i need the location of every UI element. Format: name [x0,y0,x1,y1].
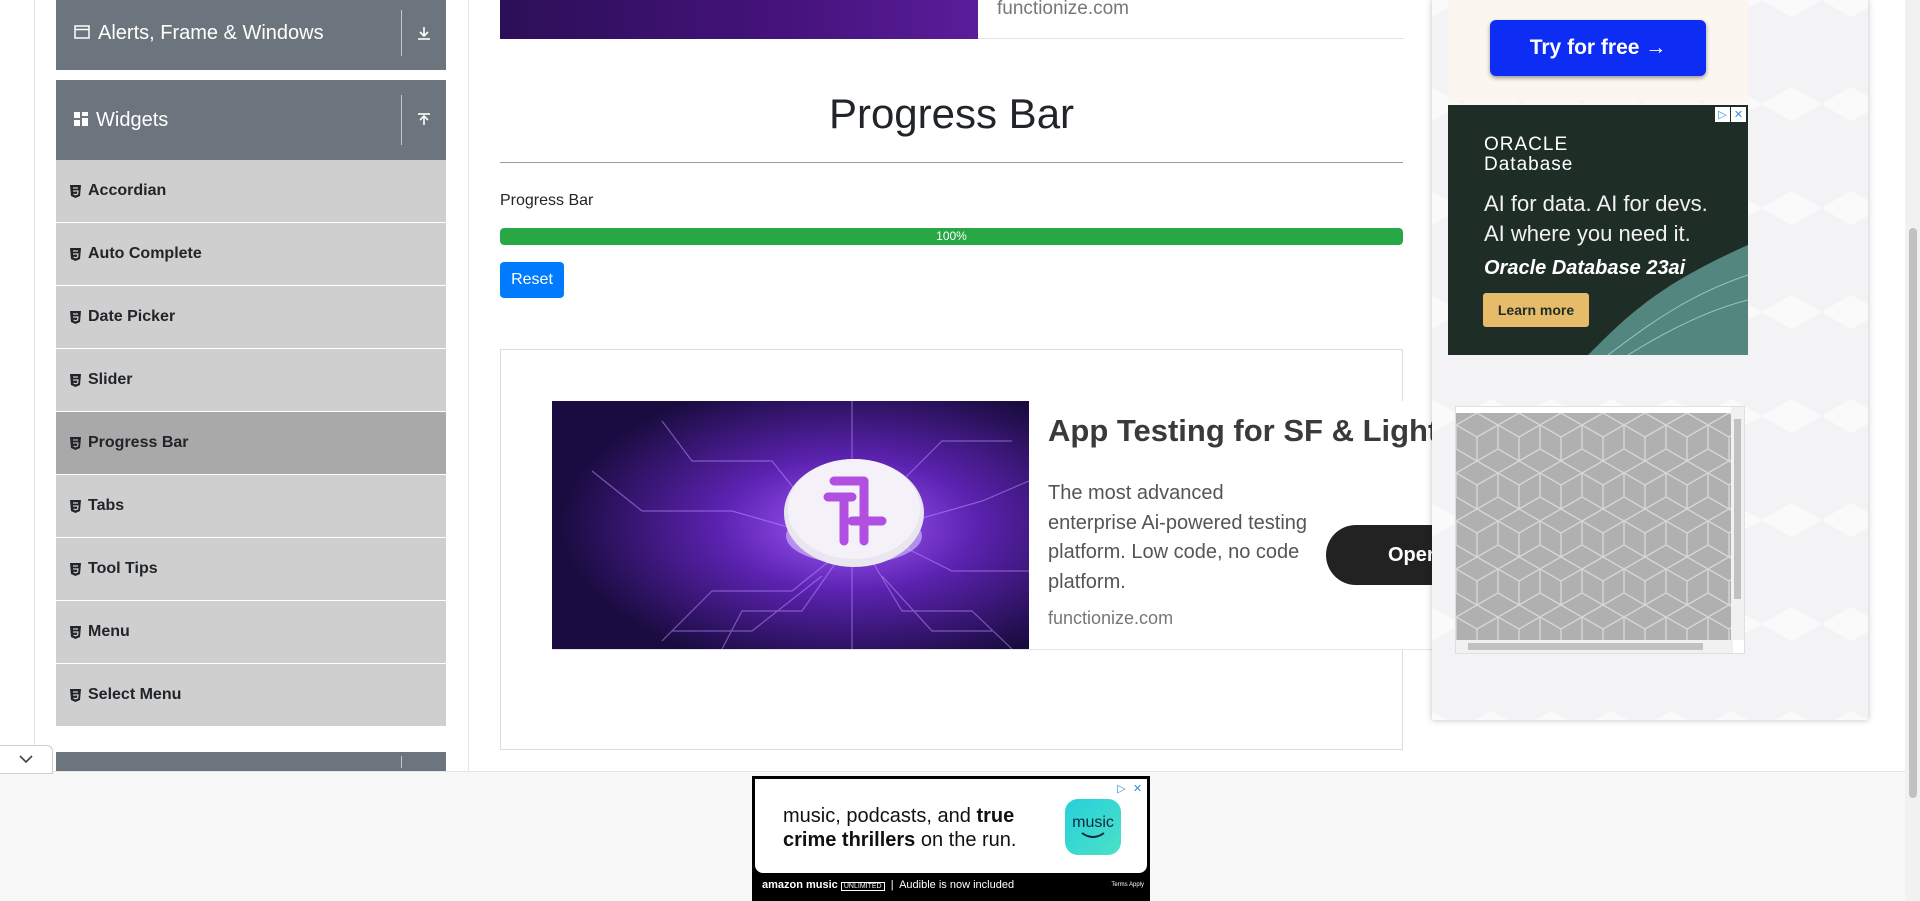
page-scrollbar[interactable] [1905,0,1920,901]
functionize-ad[interactable]: App Testing for SF & Lightn The most adv… [552,401,1432,650]
learn-more-button[interactable]: Learn more [1483,293,1589,327]
amazon-ad-text: music, podcasts, and true crime thriller… [783,805,1017,851]
adchoices-icon[interactable]: ▷ [1715,107,1730,122]
progress-bar: 100% [500,228,1403,245]
iframe-vertical-scrollbar[interactable] [1731,407,1744,640]
oracle-product-name: Oracle Database 23ai [1484,257,1686,279]
group-header-alerts-frame-windows[interactable]: Alerts, Frame & Windows [56,0,446,70]
cube-pattern-image [1456,413,1732,641]
html5-icon [70,562,81,576]
page-title: Progress Bar [828,90,1075,137]
terms-apply-label: Terms Apply [1111,882,1144,888]
oracle-brand: ORACLE [1484,134,1569,155]
group-label-widgets: Widgets [96,108,169,131]
adchoices-icon[interactable]: ▷ [1114,781,1129,796]
scrollbar-thumb[interactable] [1734,419,1741,599]
html5-icon [70,184,81,198]
iframe-ad-frame[interactable] [1455,406,1745,654]
scrollbar-thumb[interactable] [1468,643,1703,650]
group-header-widgets[interactable]: Widgets [56,80,446,160]
reset-button[interactable]: Reset [500,262,564,298]
sidebar-item-label: Menu [88,623,130,640]
amazon-ad-card[interactable]: music, podcasts, and true crime thriller… [755,779,1147,873]
close-ad-icon[interactable]: ✕ [1130,781,1145,796]
left-border [34,0,35,772]
download-arrow-icon[interactable] [402,25,446,41]
iframe-horizontal-scrollbar[interactable] [1456,640,1733,653]
html5-icon [70,436,81,450]
html5-icon [70,499,81,513]
sidebar-item-label: Slider [88,371,133,388]
sidebar-item-tabs[interactable]: Tabs [56,475,446,538]
amazon-music-ad[interactable]: music, podcasts, and true crime thriller… [752,776,1150,901]
progress-bar-label: Progress Bar [500,192,594,209]
ad-heading[interactable]: App Testing for SF & Lightn [1048,413,1432,449]
upload-arrow-icon[interactable] [402,112,446,128]
group-header-next[interactable] [56,752,446,772]
adchoices-badge[interactable]: ▷ ✕ [1715,107,1746,122]
html5-icon [70,625,81,639]
title-divider [500,162,1403,163]
sidebar-item-accordian[interactable]: Accordian [56,160,446,223]
sidebar-item-label: Accordian [88,182,167,199]
group-separator [401,755,402,769]
top-ad-image[interactable] [500,0,978,39]
window-icon [74,22,90,45]
page-scrollbar-thumb[interactable] [1909,228,1917,798]
sidebar-item-label: Date Picker [88,308,176,325]
adchoices-badge[interactable]: ▷ ✕ [1114,781,1145,796]
music-logo-label: music [1072,814,1114,831]
amazon-music-logo-icon: music [1065,799,1121,855]
oracle-tagline-1: AI for data. AI for devs. [1484,191,1708,216]
ad-domain[interactable]: functionize.com [1048,608,1173,629]
sidebar-item-label: Progress Bar [88,434,189,451]
widgets-submenu: Accordian Auto Complete Date Picker Slid… [56,160,446,727]
sidebar-item-progress-bar[interactable]: Progress Bar [56,412,446,475]
oracle-logo: ORACLE Database [1484,135,1573,175]
chevron-down-icon[interactable] [0,745,53,774]
html5-icon [70,688,81,702]
widgets-grid-icon [74,109,88,132]
top-ad-domain[interactable]: functionize.com [997,0,1129,20]
sidebar-item-auto-complete[interactable]: Auto Complete [56,223,446,286]
bottom-divider [0,771,1905,772]
oracle-tagline-2: AI where you need it. [1484,221,1691,246]
html5-icon [70,247,81,261]
close-ad-icon[interactable]: ✕ [1731,107,1746,122]
sidebar-item-label: Select Menu [88,686,182,703]
ad-body-text[interactable]: The most advanced enterprise Ai-powered … [1048,479,1318,597]
oracle-ad[interactable]: ORACLE Database AI for data. AI for devs… [1448,105,1748,355]
ad-open-button[interactable]: Open [1326,525,1432,585]
sidebar-item-menu[interactable]: Menu [56,601,446,664]
sidebar-item-label: Tool Tips [88,560,158,577]
group-label-alerts: Alerts, Frame & Windows [98,21,324,44]
content-divider [468,0,469,772]
sidebar-item-slider[interactable]: Slider [56,349,446,412]
html5-icon [70,310,81,324]
progress-bar-value: 100% [936,229,967,243]
try-for-free-button[interactable]: Try for free → [1490,20,1706,76]
sidebar-item-date-picker[interactable]: Date Picker [56,286,446,349]
html5-icon [70,373,81,387]
sidebar-item-label: Auto Complete [88,245,202,262]
oracle-product-line: Database [1484,154,1574,175]
sidebar-item-select-menu[interactable]: Select Menu [56,664,446,727]
sidebar-item-tool-tips[interactable]: Tool Tips [56,538,446,601]
sidebar-item-label: Tabs [88,497,125,514]
ad-chip-image[interactable] [552,401,1029,649]
amazon-ad-footer: amazon music UNLIMITED | Audible is now … [762,879,1015,891]
